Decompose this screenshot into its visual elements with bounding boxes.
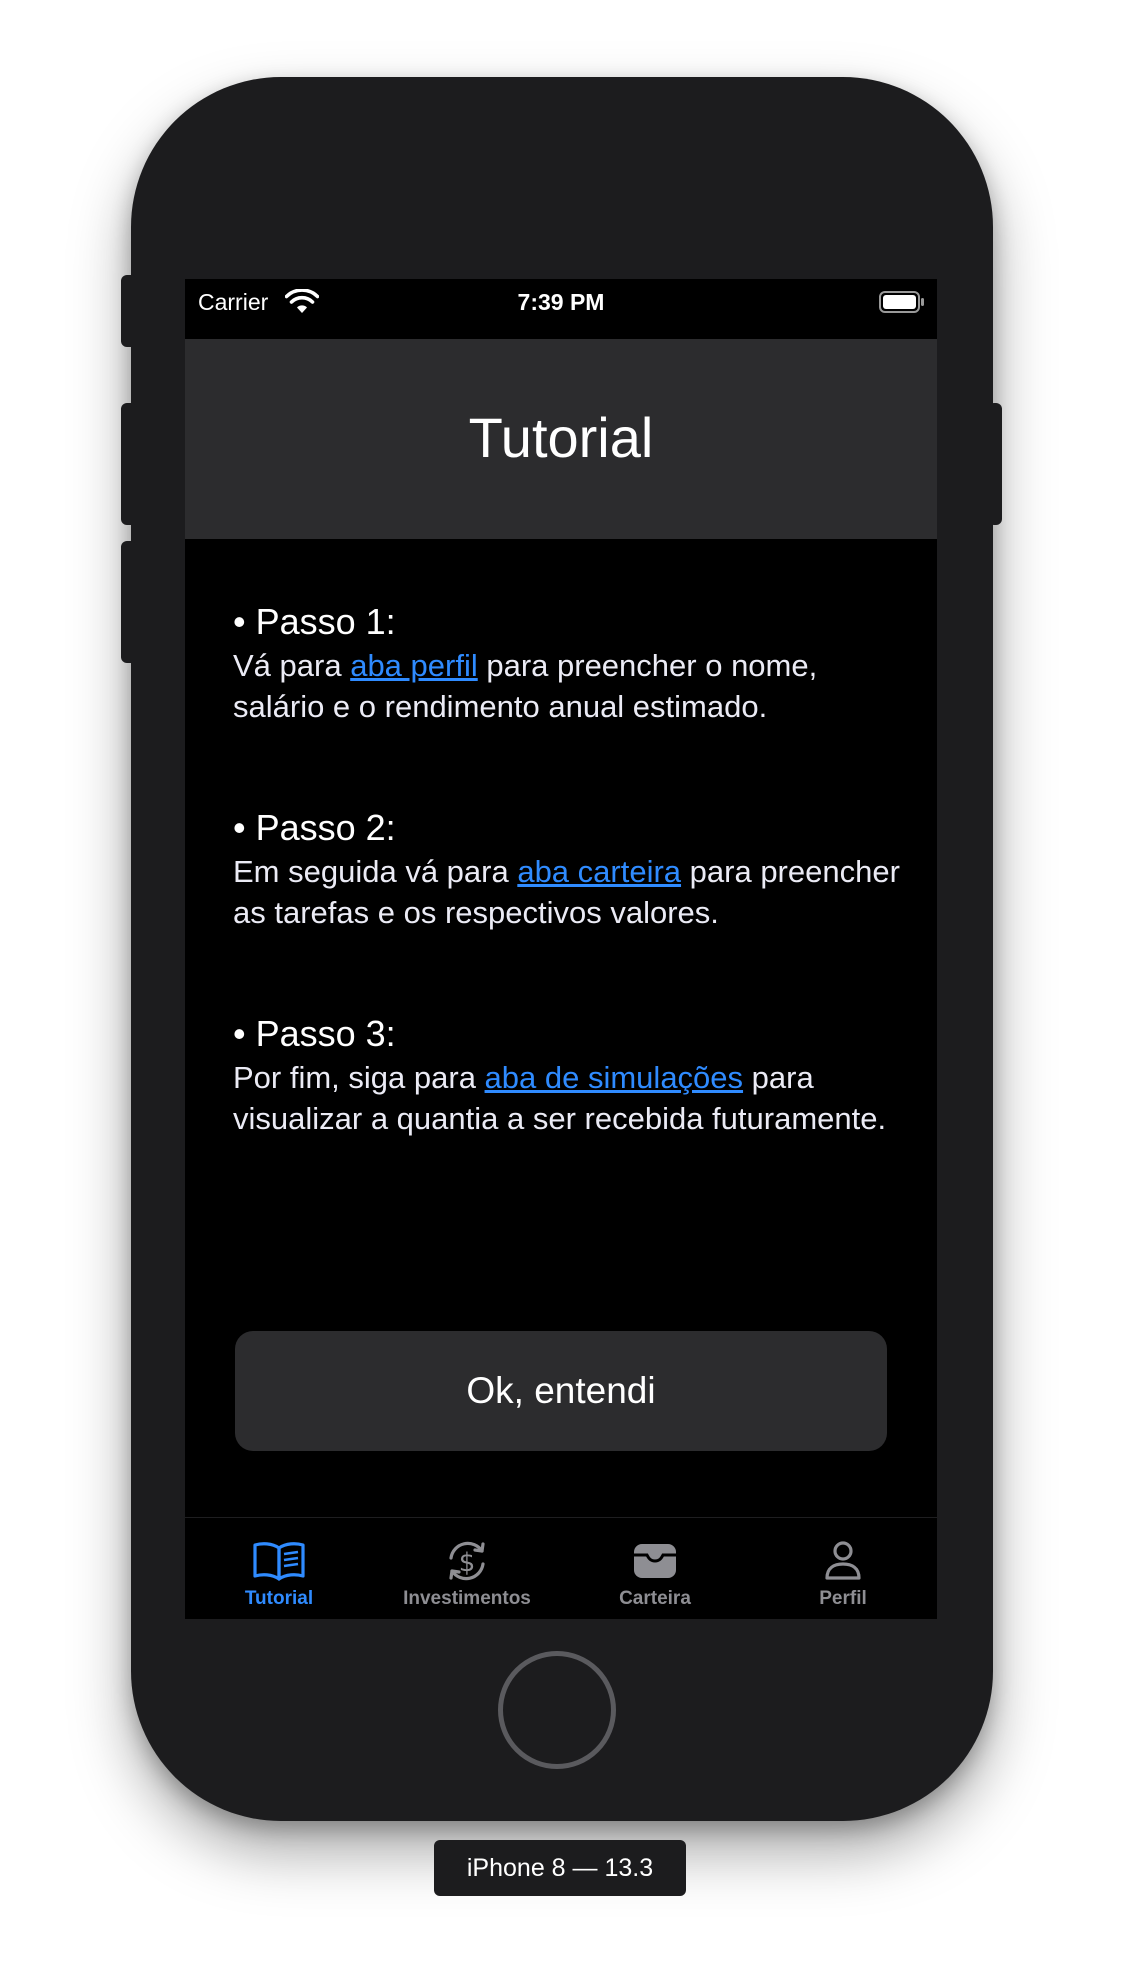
simulations-tab-link[interactable]: aba de simulações [485, 1060, 744, 1095]
tab-bar: Tutorial $ Investimentos Carteira Perfil [185, 1517, 937, 1619]
profile-tab-link[interactable]: aba perfil [350, 648, 478, 683]
wallet-icon [634, 1544, 676, 1578]
step-3-heading: • Passo 3: [233, 1013, 396, 1054]
ok-button[interactable]: Ok, entendi [235, 1331, 887, 1451]
step-3-text: Por fim, siga para aba de simulações par… [233, 1057, 913, 1139]
wallet-tab-link[interactable]: aba carteira [517, 854, 681, 889]
tab-tutorial[interactable]: Tutorial [185, 1518, 373, 1619]
step-2-text: Em seguida vá para aba carteira para pre… [233, 851, 913, 933]
dollar-cycle-icon: $ [449, 1541, 485, 1581]
step-1: • Passo 1: Vá para aba perfil para preen… [233, 601, 913, 727]
step-1-text-before: Vá para [233, 648, 351, 683]
step-2-heading: • Passo 2: [233, 807, 396, 848]
tutorial-content: • Passo 1: Vá para aba perfil para preen… [233, 601, 913, 1139]
status-time: 7:39 PM [517, 289, 605, 315]
tab-carteira[interactable]: Carteira [561, 1518, 749, 1619]
step-1-heading: • Passo 1: [233, 601, 396, 642]
screen: Carrier 7:39 PM Tutorial • Passo 1: Vá p… [185, 279, 937, 1619]
power-button [988, 403, 1002, 525]
volume-down-button [121, 541, 137, 663]
device-label: iPhone 8 — 13.3 [434, 1840, 686, 1896]
book-icon [253, 1542, 305, 1581]
volume-up-button [121, 403, 137, 525]
person-icon [825, 1541, 861, 1580]
step-1-text: Vá para aba perfil para preencher o nome… [233, 645, 913, 727]
svg-text:$: $ [459, 1548, 476, 1578]
tab-carteira-label: Carteira [619, 1588, 691, 1609]
tab-investimentos-label: Investimentos [403, 1588, 531, 1609]
tab-investimentos[interactable]: $ Investimentos [373, 1518, 561, 1619]
status-bar: Carrier 7:39 PM [185, 279, 937, 339]
step-2: • Passo 2: Em seguida vá para aba cartei… [233, 807, 913, 933]
ok-button-label: Ok, entendi [466, 1370, 656, 1411]
silent-switch [121, 275, 137, 347]
tab-tutorial-label: Tutorial [244, 1588, 314, 1609]
tab-perfil-label: Perfil [819, 1588, 867, 1609]
step-2-text-before: Em seguida vá para [233, 854, 518, 889]
navigation-bar: Tutorial [185, 339, 937, 539]
page-title: Tutorial [468, 406, 654, 469]
home-button[interactable] [498, 1651, 616, 1769]
step-3: • Passo 3: Por fim, siga para aba de sim… [233, 1013, 913, 1139]
tab-perfil[interactable]: Perfil [749, 1518, 937, 1619]
step-3-text-before: Por fim, siga para [233, 1060, 485, 1095]
battery-icon [879, 291, 924, 313]
